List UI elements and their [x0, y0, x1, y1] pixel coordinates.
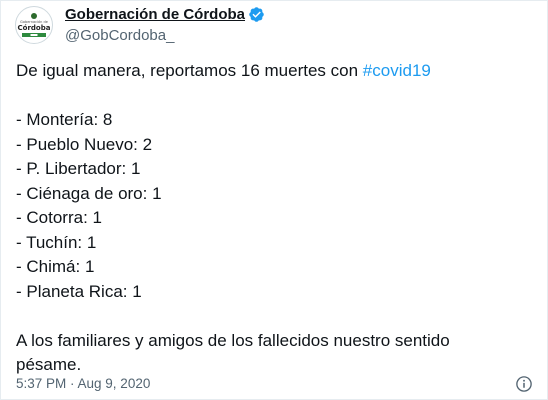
hashtag-link[interactable]: #covid19	[363, 61, 431, 80]
closing-line: pésame.	[16, 355, 82, 374]
display-name[interactable]: Gobernación de Córdoba	[65, 6, 245, 23]
list-item: - P. Libertador: 1	[16, 159, 141, 178]
author-names: Gobernación de Córdoba @GobCordoba_	[65, 5, 265, 44]
verified-badge-icon	[249, 6, 264, 22]
intro-line: De igual manera, reportamos 16 muertes c…	[16, 59, 536, 84]
handle[interactable]: @GobCordoba_	[65, 27, 265, 44]
flag-stripe	[22, 32, 46, 37]
list-item: - Tuchín: 1	[16, 232, 97, 252]
tweet-text: De igual manera, reportamos 16 muertes c…	[16, 59, 536, 378]
list-item: - Pueblo Nuevo: 2	[16, 134, 153, 154]
name-row: Gobernación de Córdoba	[65, 5, 265, 23]
list-item: - Ciénaga de oro: 1	[16, 183, 162, 203]
seal-icon	[31, 12, 37, 19]
info-icon[interactable]	[515, 375, 533, 393]
avatar[interactable]: Gobernación de Córdoba	[15, 5, 53, 44]
tweet-header: Gobernación de Córdoba Gobernación de Có…	[15, 5, 265, 44]
list-item: - Montería: 8	[16, 110, 113, 129]
list-item: - Cotorra: 1	[16, 208, 102, 227]
timestamp[interactable]: 5:37 PM · Aug 9, 2020	[16, 376, 150, 391]
tweet-card: Gobernación de Córdoba Gobernación de Có…	[0, 0, 548, 400]
avatar-big-text: Córdoba	[17, 23, 51, 32]
list-item: - Planeta Rica: 1	[16, 281, 142, 301]
intro-text: De igual manera, reportamos 16 muertes c…	[16, 61, 363, 80]
closing-line: A los familiares y amigos de los falleci…	[16, 330, 450, 350]
list-item: - Chimá: 1	[16, 257, 95, 276]
